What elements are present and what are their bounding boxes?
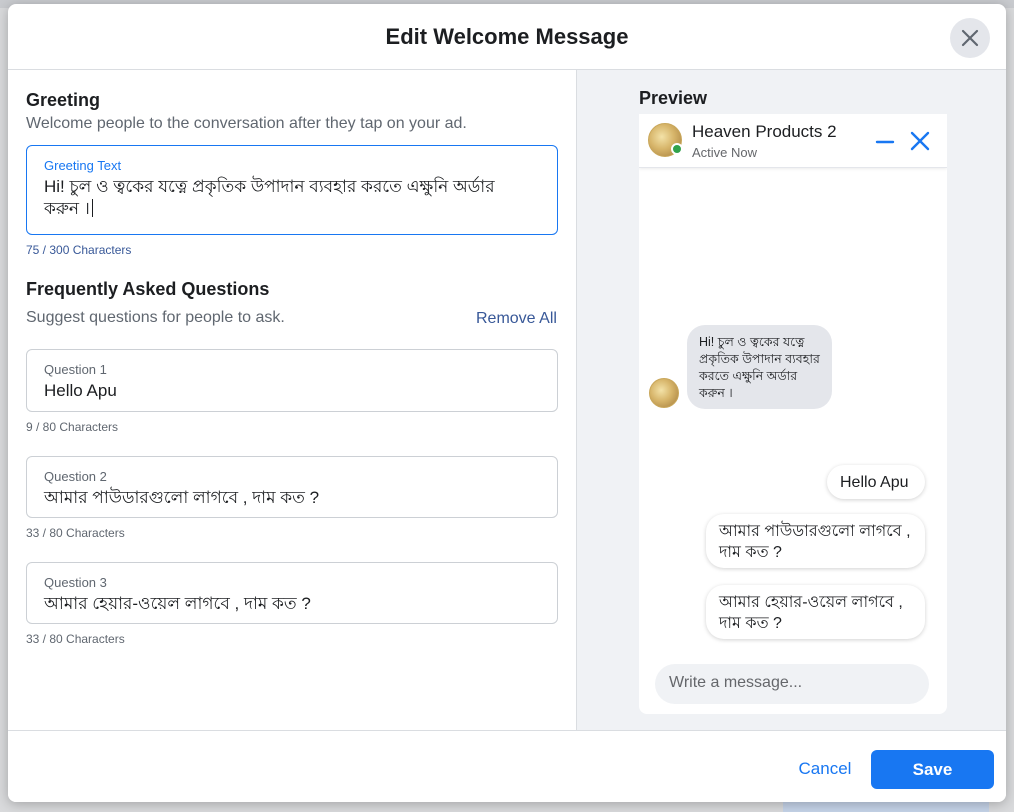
greeting-title: Greeting	[26, 90, 101, 110]
close-button[interactable]	[950, 18, 990, 58]
close-icon	[961, 29, 979, 47]
dialog-header: Edit Welcome Message	[8, 4, 1006, 70]
page-name: Heaven Products 2	[692, 122, 837, 141]
question-3-field[interactable]: Question 3 আমার হেয়ার-ওয়েল লাগবে , দাম…	[26, 562, 558, 624]
chat-header: Heaven Products 2 Active Now	[639, 114, 947, 168]
chat-preview-window: Heaven Products 2 Active Now Hi! চুল ও ত…	[639, 114, 947, 714]
greeting-text-value: Hi! চুল ও ত্বকের যত্নে প্রকৃতিক উপাদান ব…	[44, 177, 495, 218]
settings-pane: Greeting Welcome people to the conversat…	[8, 70, 576, 730]
chat-close-icon[interactable]	[907, 128, 933, 154]
question-3-char-count: 33 / 80 Characters	[26, 632, 125, 646]
greeting-message-bubble: Hi! চুল ও ত্বকের যত্নে প্রকৃতিক উপাদান ব…	[687, 325, 832, 409]
question-1-field[interactable]: Question 1 Hello Apu	[26, 349, 558, 412]
question-3-value: আমার হেয়ার-ওয়েল লাগবে , দাম কত ?	[44, 594, 311, 613]
greeting-char-count: 75 / 300 Characters	[26, 243, 132, 257]
dialog-title: Edit Welcome Message	[385, 24, 629, 49]
preview-pane: Preview Heaven Products 2 Active Now Hi!…	[576, 70, 1006, 730]
greeting-text-label: Greeting Text	[44, 158, 122, 173]
quick-reply-2[interactable]: আমার পাউডারগুলো লাগবে , দাম কত ?	[706, 514, 925, 568]
save-button[interactable]: Save	[871, 750, 994, 789]
remove-all-link[interactable]: Remove All	[476, 310, 557, 328]
bot-avatar	[649, 378, 679, 408]
question-3-label: Question 3	[44, 575, 107, 590]
dialog-footer: Cancel Save	[8, 730, 1006, 802]
question-2-char-count: 33 / 80 Characters	[26, 526, 125, 540]
greeting-subtitle: Welcome people to the conversation after…	[26, 115, 467, 132]
quick-reply-1[interactable]: Hello Apu	[827, 465, 925, 499]
message-composer-input[interactable]: Write a message...	[655, 664, 929, 704]
question-2-label: Question 2	[44, 469, 107, 484]
preview-title: Preview	[639, 88, 708, 108]
faq-title: Frequently Asked Questions	[26, 279, 270, 299]
text-caret	[91, 199, 93, 217]
question-1-value: Hello Apu	[44, 381, 117, 400]
question-2-value: আমার পাউডারগুলো লাগবে , দাম কত ?	[44, 488, 320, 507]
cancel-button[interactable]: Cancel	[788, 751, 862, 787]
question-1-label: Question 1	[44, 362, 107, 377]
page-active-status: Active Now	[692, 145, 758, 160]
quick-reply-3[interactable]: আমার হেয়ার-ওয়েল লাগবে , দাম কত ?	[706, 585, 925, 639]
online-status-icon	[671, 143, 683, 155]
edit-welcome-message-dialog: Edit Welcome Message Greeting Welcome pe…	[8, 4, 1006, 802]
greeting-text-field[interactable]: Greeting Text Hi! চুল ও ত্বকের যত্নে প্র…	[26, 145, 558, 235]
faq-subtitle: Suggest questions for people to ask.	[26, 309, 285, 326]
question-1-char-count: 9 / 80 Characters	[26, 420, 119, 434]
question-2-field[interactable]: Question 2 আমার পাউডারগুলো লাগবে , দাম ক…	[26, 456, 558, 518]
minimize-icon[interactable]	[873, 130, 897, 154]
